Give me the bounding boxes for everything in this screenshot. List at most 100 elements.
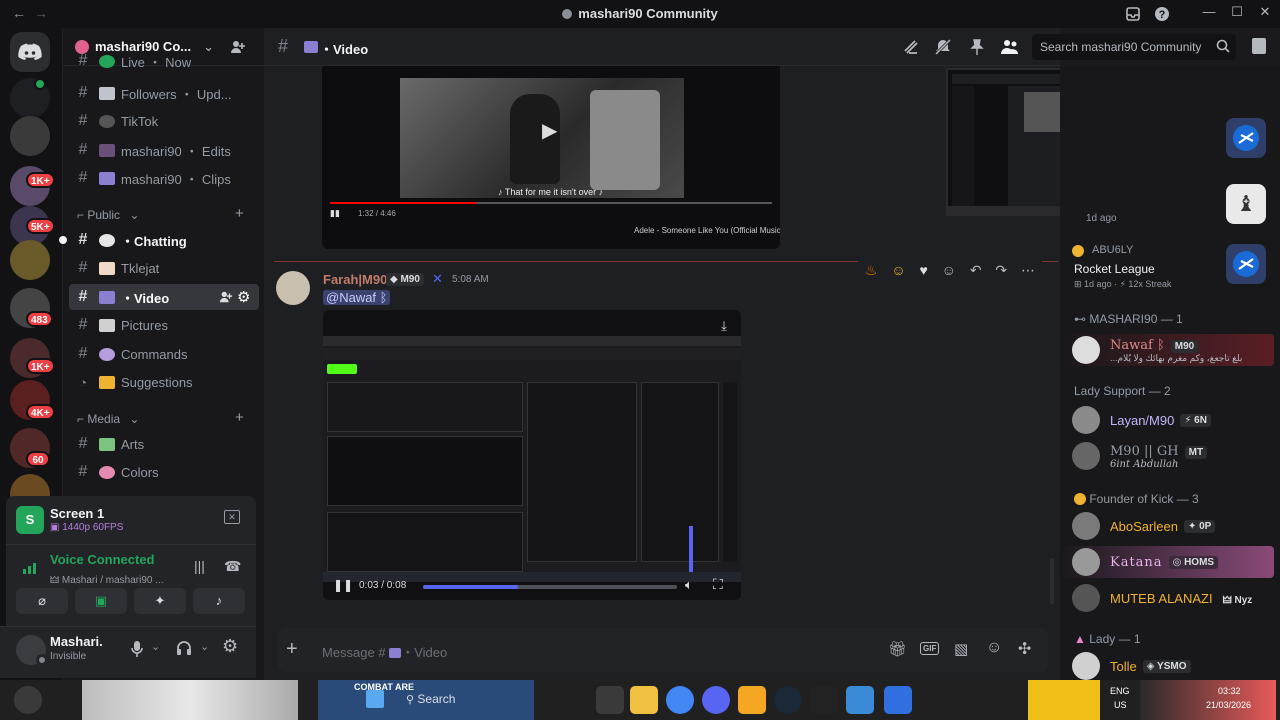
help-icon[interactable]: ? [1151,4,1173,24]
gear-icon[interactable]: ⚙ [222,636,238,657]
file-explorer-icon[interactable] [630,686,658,714]
close-button[interactable]: ✕ [1254,4,1276,24]
category-public[interactable]: ⌐ Public ⌄ [77,208,139,222]
channel-colors[interactable]: # Colors [69,459,259,485]
task-view-icon[interactable] [596,686,624,714]
member-row[interactable]: Layan/M90 ⚡ 6N [1072,404,1278,436]
screen-share-button[interactable]: ▣ [75,588,127,614]
window-title: mashari90 Community [0,6,1280,21]
noise-icon[interactable]: ||| [194,558,205,574]
video-title: Adele - Someone Like You (Official Music… [634,226,780,235]
channel-live[interactable]: # Live ・ Now [69,52,259,70]
language-indicator[interactable]: ENG [1110,686,1130,696]
play-icon[interactable]: ▶ [542,118,557,143]
minimize-button[interactable]: — [1198,4,1220,24]
member-row[interactable]: Katana ◎ HOMS [1060,546,1274,578]
widgets-icon[interactable] [14,686,42,714]
category-media[interactable]: ⌐ Media ⌄ [77,412,139,426]
fullscreen-icon[interactable]: ⛶ [713,576,723,593]
camera-off-button[interactable]: ⌀ [16,588,68,614]
face-reaction-icon[interactable]: ☺ [891,262,905,278]
download-icon[interactable]: ⤓ [715,318,733,336]
discord-home-icon[interactable] [10,32,50,72]
members-icon[interactable] [1000,38,1020,56]
app-icon[interactable] [884,686,912,714]
heart-reaction-icon[interactable]: ♥ [920,262,928,278]
fire-reaction-icon[interactable]: ♨ [865,262,878,279]
member-row[interactable]: Nawaf ᛒ M90 ...بلغ تاجعغ، وكم مغرم بهائك … [1060,334,1274,366]
message-author[interactable]: Farah|M90 [323,272,387,287]
chat-main: # ・Video Search mashari90 Community ▶ ♪ … [264,28,1266,680]
gif-icon[interactable]: GIF [920,642,940,655]
stop-stream-icon[interactable]: ✕ [224,510,240,524]
chevron-down-icon[interactable]: ⌄ [200,640,209,653]
app-icon[interactable] [738,686,766,714]
chrome-icon[interactable] [666,686,694,714]
channel-edits[interactable]: # mashari90 ・ Edits [69,137,259,163]
mute-icon[interactable] [934,38,952,56]
pin-icon[interactable] [968,38,986,56]
app-icon[interactable] [846,686,874,714]
steam-icon[interactable] [774,686,802,714]
windows-start-icon[interactable] [366,690,384,708]
rocket-league-icon [1226,244,1266,284]
add-channel-icon[interactable]: + [235,409,244,426]
emoji-icon[interactable]: ☺ [986,639,1002,657]
taskbar-search[interactable]: ⚲ Search [406,692,455,706]
member-row[interactable]: Tolle ◈ YSMO [1072,650,1278,682]
youtube-embed[interactable]: ▶ ♪ That for me it isn't over ♪ ▮▮ 1:32 … [322,66,780,249]
play-icon[interactable]: ▮▮ [330,208,340,219]
app-icon[interactable] [810,686,838,714]
activity-card[interactable]: ABU6LY Rocket League ⊞ 1d ago · ⚡ 12x St… [1060,236,1280,292]
emoji-icon[interactable]: ☺ [942,262,956,278]
sticker-icon[interactable]: ▧ [954,640,968,658]
headphones-icon[interactable] [176,640,192,656]
pause-icon[interactable]: ❚❚ [333,578,353,592]
message-composer[interactable]: + Message # ・Video 🎁︎ GIF ▧ ☺ ✣ [278,628,1048,672]
inbox-icon[interactable] [1122,4,1144,24]
forward-icon[interactable]: ↷ [995,262,1007,279]
discord-taskbar-icon[interactable] [702,686,730,714]
channel-followers[interactable]: # Followers ・ Upd... [69,80,259,106]
member-row[interactable]: MUTEB ALANAZI 🜲 Nyz [1072,582,1278,614]
video-attachment[interactable]: ⤓ ❚❚ 0:03 / 0:08 🔈︎ ⛶ [323,310,741,600]
gear-icon[interactable]: ⚙ [237,288,250,306]
maximize-button[interactable]: ☐ [1226,4,1248,24]
volume-icon[interactable]: 🔈︎ [685,577,693,593]
server-avatar[interactable] [10,116,50,156]
apps-icon[interactable]: ✣ [1018,639,1031,659]
add-attachment-icon[interactable]: + [286,638,298,661]
channel-suggestions[interactable]: ◔ Suggestions [69,369,259,395]
search-input[interactable]: Search mashari90 Community [1032,34,1236,60]
member-row[interactable]: M90 || GH MT 6int Abdullah [1072,440,1278,472]
channel-tiktok[interactable]: # TikTok [69,108,259,134]
channel-chatting[interactable]: # ・Chatting [69,227,259,253]
invite-icon[interactable] [219,290,233,304]
avatar[interactable] [276,271,310,305]
add-channel-icon[interactable]: + [235,205,244,222]
channel-arts[interactable]: # Arts [69,431,259,457]
user-status: Invisible [50,651,87,662]
threads-icon[interactable] [902,38,920,56]
soundboard-button[interactable]: ♪ [193,588,245,614]
reply-icon[interactable]: ↶ [970,262,982,279]
mention[interactable]: @Nawaf ᛒ [323,290,391,305]
disconnect-icon[interactable]: ☎ [224,558,241,575]
channel-video[interactable]: # ・Video ⚙ [69,284,259,310]
chevron-down-icon[interactable]: ⌄ [151,640,160,653]
channel-tklejat[interactable]: # Tklejat [69,255,259,281]
channel-clips[interactable]: # mashari90 ・ Clips [69,165,259,191]
clock-time[interactable]: 03:32 [1218,686,1241,696]
channel-pictures[interactable]: # Pictures [69,312,259,338]
mic-icon[interactable] [130,640,144,658]
member-row[interactable]: AboSarleen ✦ 0P [1072,510,1278,542]
inbox-icon[interactable] [1252,38,1266,54]
gift-icon[interactable]: 🎁︎ [888,640,907,658]
chat-scrollbar[interactable] [1050,558,1054,604]
channel-commands[interactable]: # Commands [69,341,259,367]
server-avatar[interactable] [10,240,50,280]
more-icon[interactable]: ⋯ [1021,262,1035,279]
voice-connected-status[interactable]: Voice Connected [50,552,155,567]
video-progress[interactable] [423,585,677,589]
activities-button[interactable]: ✦ [134,588,186,614]
